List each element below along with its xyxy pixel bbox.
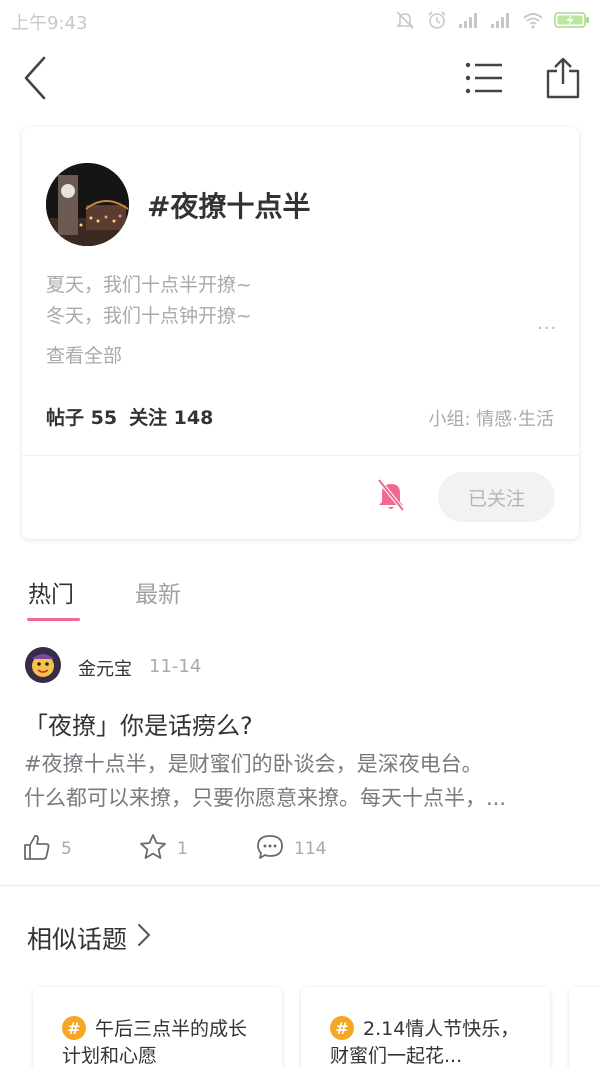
- active-tab-indicator: [27, 618, 80, 621]
- author-avatar[interactable]: [25, 647, 61, 683]
- post-excerpt[interactable]: #夜撩十点半，是财蜜们的卧谈会，是深夜电台。 什么都可以来撩，只要你愿意来撩。每…: [24, 747, 579, 815]
- topic-avatar: [46, 163, 129, 246]
- divider: [22, 455, 579, 456]
- similar-topic-card-partial[interactable]: [569, 987, 600, 1067]
- share-icon: [546, 57, 580, 103]
- share-button[interactable]: [537, 40, 589, 120]
- view-all-link[interactable]: 查看全部: [46, 341, 122, 368]
- nav-bar: [0, 40, 600, 120]
- favorite-count: 1: [177, 839, 188, 859]
- topic-stats: 帖子 55 关注 148: [46, 403, 225, 430]
- more-ellipsis[interactable]: ...: [537, 313, 557, 334]
- similar-topic-label: 2.14情人节快乐，财蜜们一起花...: [330, 1018, 520, 1067]
- list-icon: [465, 62, 503, 98]
- star-icon: [139, 833, 167, 866]
- follows-count: 关注 148: [129, 407, 214, 429]
- comment-icon: [256, 833, 284, 866]
- similar-topic-card[interactable]: # 2.14情人节快乐，财蜜们一起花...: [301, 987, 550, 1067]
- tab-latest[interactable]: 最新: [135, 575, 181, 609]
- chevron-right-icon: [137, 923, 151, 953]
- comment-button[interactable]: 114: [256, 834, 326, 864]
- battery-charging-icon: [554, 11, 590, 29]
- status-icons: [394, 8, 590, 32]
- comment-count: 114: [294, 839, 327, 859]
- similar-topics-header[interactable]: 相似话题: [27, 920, 151, 956]
- followed-button[interactable]: 已关注: [438, 472, 555, 522]
- posts-count: 帖子 55: [46, 407, 118, 429]
- post-excerpt-line: #夜撩十点半，是财蜜们的卧谈会，是深夜电台。: [24, 752, 483, 776]
- like-count: 5: [61, 839, 72, 859]
- post-date: 11-14: [149, 656, 202, 677]
- mute-icon: [394, 9, 416, 31]
- alarm-icon: [426, 9, 448, 31]
- similar-topics-title: 相似话题: [27, 925, 128, 954]
- post-excerpt-line: 什么都可以来撩，只要你愿意来撩。每天十点半，...: [24, 786, 507, 810]
- similar-topic-label: 午后三点半的成长计划和心愿: [62, 1018, 248, 1067]
- section-divider: [0, 885, 600, 886]
- signal-icon: [490, 11, 512, 29]
- back-button[interactable]: [10, 40, 60, 120]
- thumbs-up-icon: [23, 833, 51, 866]
- description-line: 夏天，我们十点半开撩~: [46, 274, 252, 296]
- topic-card: #夜撩十点半 夏天，我们十点半开撩~ 冬天，我们十点钟开撩~ ... 查看全部 …: [22, 127, 579, 539]
- author-name[interactable]: 金元宝: [78, 655, 132, 681]
- menu-list-button[interactable]: [456, 40, 512, 120]
- signal-icon: [458, 11, 480, 29]
- description-line: 冬天，我们十点钟开撩~: [46, 305, 252, 327]
- chevron-left-icon: [22, 56, 48, 104]
- wifi-icon: [522, 11, 544, 29]
- like-button[interactable]: 5: [23, 834, 72, 864]
- similar-topic-card[interactable]: # 午后三点半的成长计划和心愿: [33, 987, 282, 1067]
- status-bar: 上午9:43: [0, 0, 600, 40]
- status-time: 上午9:43: [11, 13, 88, 34]
- tab-hot[interactable]: 热门: [28, 575, 74, 609]
- topic-title: #夜撩十点半: [147, 190, 311, 223]
- topic-description: 夏天，我们十点半开撩~ 冬天，我们十点钟开撩~: [46, 270, 252, 332]
- notification-toggle-button[interactable]: [374, 478, 408, 516]
- group-label[interactable]: 小组: 情感·生活: [428, 405, 554, 431]
- bell-off-icon: [375, 478, 407, 516]
- post-title[interactable]: 「夜撩」你是话痨么?: [24, 706, 253, 741]
- favorite-button[interactable]: 1: [139, 833, 188, 866]
